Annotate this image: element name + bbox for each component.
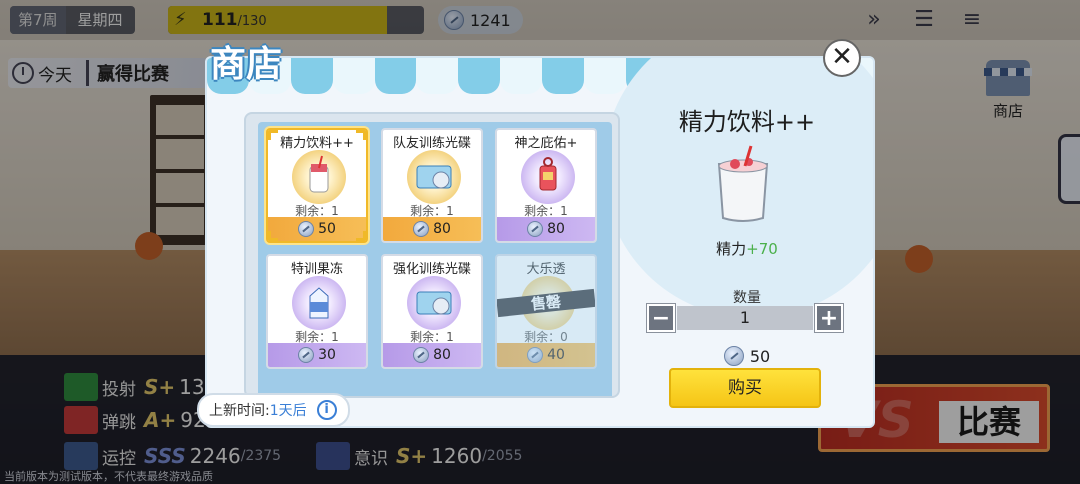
coin-icon xyxy=(413,347,430,363)
buy-button[interactable]: 购买 xyxy=(669,368,821,408)
coin-icon xyxy=(527,221,544,237)
restock-value: 1天后 xyxy=(269,403,307,419)
quantity-increase-button[interactable]: + xyxy=(815,304,843,332)
item-name: 精力饮料++ xyxy=(280,136,354,151)
item-name: 队友训练光碟 xyxy=(392,136,471,151)
total-price-value: 50 xyxy=(749,346,771,366)
selection-corner xyxy=(268,231,278,241)
item-name: 神之庇佑+ xyxy=(514,136,578,151)
selection-corner xyxy=(268,130,278,140)
shop-item-team-disc[interactable]: 队友训练光碟 剩余：1 80 xyxy=(381,128,483,243)
shop-item-enhanced-disc[interactable]: 强化训练光碟 剩余：1 80 xyxy=(381,254,483,369)
shop-item-jelly[interactable]: 特训果冻 剩余：1 30 xyxy=(266,254,368,369)
shop-modal: 精力饮料++ 剩余：1 50 队友训练光碟 剩余：1 80 神之庇佑+ 剩余：1… xyxy=(205,56,875,428)
restock-timer: 上新时间: 1天后 i xyxy=(197,393,350,427)
coin-icon xyxy=(298,347,315,363)
energy-drink-icon xyxy=(292,150,346,204)
coin-icon xyxy=(298,221,315,237)
item-price: 80 xyxy=(383,217,481,241)
coin-icon xyxy=(413,221,430,237)
energy-drink-icon xyxy=(711,144,775,224)
item-price: 80 xyxy=(497,217,595,241)
coin-icon xyxy=(527,347,544,363)
quantity-stepper: − 1 + xyxy=(647,304,843,332)
milk-carton-icon xyxy=(292,276,346,330)
item-price: 40 xyxy=(497,343,595,367)
restock-label: 上新时间: xyxy=(209,403,270,419)
selected-item-name: 精力饮料++ xyxy=(678,108,816,136)
shop-item-energy-drink[interactable]: 精力饮料++ 剩余：1 50 xyxy=(266,128,368,243)
amulet-icon xyxy=(521,150,575,204)
shop-item-blessing[interactable]: 神之庇佑+ 剩余：1 80 xyxy=(495,128,597,243)
training-disc-icon xyxy=(407,150,461,204)
effect-label: 精力 xyxy=(716,240,747,258)
training-disc-icon xyxy=(407,276,461,330)
shop-item-grid: 精力饮料++ 剩余：1 50 队友训练光碟 剩余：1 80 神之庇佑+ 剩余：1… xyxy=(244,112,620,398)
item-price-value: 30 xyxy=(318,347,336,363)
shop-title: 商店 xyxy=(210,44,283,85)
item-price-value: 50 xyxy=(318,221,336,237)
info-icon[interactable]: i xyxy=(316,400,337,420)
close-button[interactable]: ✕ xyxy=(823,39,861,77)
item-price-value: 80 xyxy=(433,221,451,237)
quantity-value: 1 xyxy=(677,306,813,330)
selection-corner xyxy=(356,130,366,140)
item-effect: 精力+70 xyxy=(647,238,847,259)
total-price: 50 xyxy=(647,346,847,366)
item-price-value: 80 xyxy=(547,221,565,237)
item-price-value: 80 xyxy=(433,347,451,363)
coin-icon xyxy=(723,346,744,366)
effect-value: +70 xyxy=(746,240,778,258)
close-icon: ✕ xyxy=(831,42,853,72)
item-price: 50 xyxy=(268,217,366,241)
plus-icon: + xyxy=(819,306,839,331)
selection-corner xyxy=(356,231,366,241)
quantity-decrease-button[interactable]: − xyxy=(647,304,675,332)
minus-icon: − xyxy=(651,306,671,331)
shop-item-lottery[interactable]: 大乐透 剩余：0 40 售罄 xyxy=(495,254,597,369)
item-name: 特训果冻 xyxy=(290,262,343,277)
item-price-value: 40 xyxy=(547,347,565,363)
item-name: 大乐透 xyxy=(526,262,566,277)
item-price: 80 xyxy=(383,343,481,367)
item-price: 30 xyxy=(268,343,366,367)
item-name: 强化训练光碟 xyxy=(392,262,471,277)
